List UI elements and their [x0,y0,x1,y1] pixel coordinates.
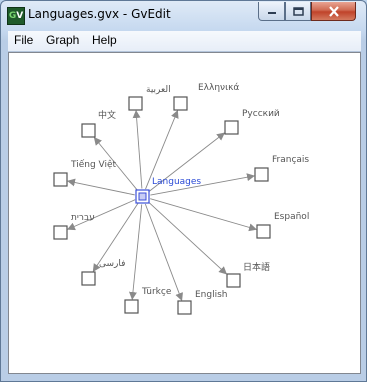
graph-canvas[interactable]: العربية Ελληνικά 中文 Русский Tiếng Việt França… [8,52,361,374]
edge-japanese [148,201,228,275]
graph-node-label-arabic: العربية [146,85,171,95]
graph-node-box-vietnamese[interactable] [53,172,68,187]
graph-node-label-greek: Ελληνικά [198,83,239,93]
graph-svg: العربية Ελληνικά 中文 Русский Tiếng Việt França… [53,83,309,315]
graph-node-label-russian: Русский [242,109,280,119]
graph-node-label-french: Français [272,155,309,165]
window-title: Languages.gvx - GvEdit [28,7,171,21]
graph-node-label-english: English [195,290,228,300]
graph-node-box-spanish[interactable] [256,224,271,239]
edge-arabic [132,110,143,189]
maximize-icon [292,6,304,16]
maximize-button[interactable] [285,2,311,21]
gvedit-window: GV Languages.gvx - GvEdit File Graph Hel… [0,0,367,382]
graph-node-box-greek[interactable] [173,96,188,111]
graph-node-label-turkish: Türkçe [141,287,172,297]
graph-node-persian[interactable]: فارسی [81,259,125,286]
graph-node-label-vietnamese: Tiếng Việt [70,159,117,170]
graph-node-turkish[interactable]: Türkçe [124,287,172,314]
center-node[interactable]: Languages [135,177,201,204]
menu-graph[interactable]: Graph [46,33,79,47]
edge-spanish [150,198,258,232]
graph-node-label-japanese: 日本語 [243,261,270,273]
app-icon-letter-v: V [16,11,24,21]
graph-node-label-hebrew: עברית [71,213,95,223]
graph-node-japanese[interactable]: 日本語 [226,261,270,288]
graph-node-vietnamese[interactable]: Tiếng Việt [53,159,117,187]
menu-file[interactable]: File [14,33,33,47]
center-node-label: Languages [152,177,201,187]
graph-node-box-french[interactable] [254,167,269,182]
graph-node-box-turkish[interactable] [124,299,139,314]
graph-node-english[interactable]: English [177,290,228,315]
graph-node-russian[interactable]: Русский [224,109,280,135]
minimize-button[interactable] [258,2,285,21]
graph-node-greek[interactable]: Ελληνικά [173,83,239,111]
graph-node-box-japanese[interactable] [226,273,241,288]
graph-node-box-russian[interactable] [224,120,239,135]
gvedit-app-icon[interactable]: GV [7,7,25,25]
graph-node-label-chinese: 中文 [98,109,116,121]
edge-vietnamese [67,178,135,196]
graph-node-chinese[interactable]: 中文 [81,109,116,138]
graph-node-label-persian: فارسی [99,259,125,269]
center-node-inner [138,192,147,201]
graph-node-box-arabic[interactable] [128,96,143,111]
title-bar[interactable]: GV Languages.gvx - GvEdit [1,1,366,31]
node-group: العربية Ελληνικά 中文 Русский Tiếng Việt França… [53,83,309,315]
close-button[interactable] [311,2,356,21]
minimize-icon [267,12,276,14]
close-icon [328,5,339,17]
graph-node-french[interactable]: Français [254,155,309,182]
graph-node-box-persian[interactable] [81,271,96,286]
graph-node-box-chinese[interactable] [81,123,96,138]
menu-bar: File Graph Help [8,31,361,52]
menu-help[interactable]: Help [92,33,117,47]
graph-node-spanish[interactable]: Español [256,212,309,239]
edge-english [144,203,183,301]
edge-group [67,109,258,301]
graph-node-label-spanish: Español [274,212,309,222]
graph-node-box-hebrew[interactable] [53,225,68,240]
graph-node-arabic[interactable]: العربية [128,85,171,111]
edge-turkish [128,204,143,300]
graph-node-box-english[interactable] [177,300,192,315]
